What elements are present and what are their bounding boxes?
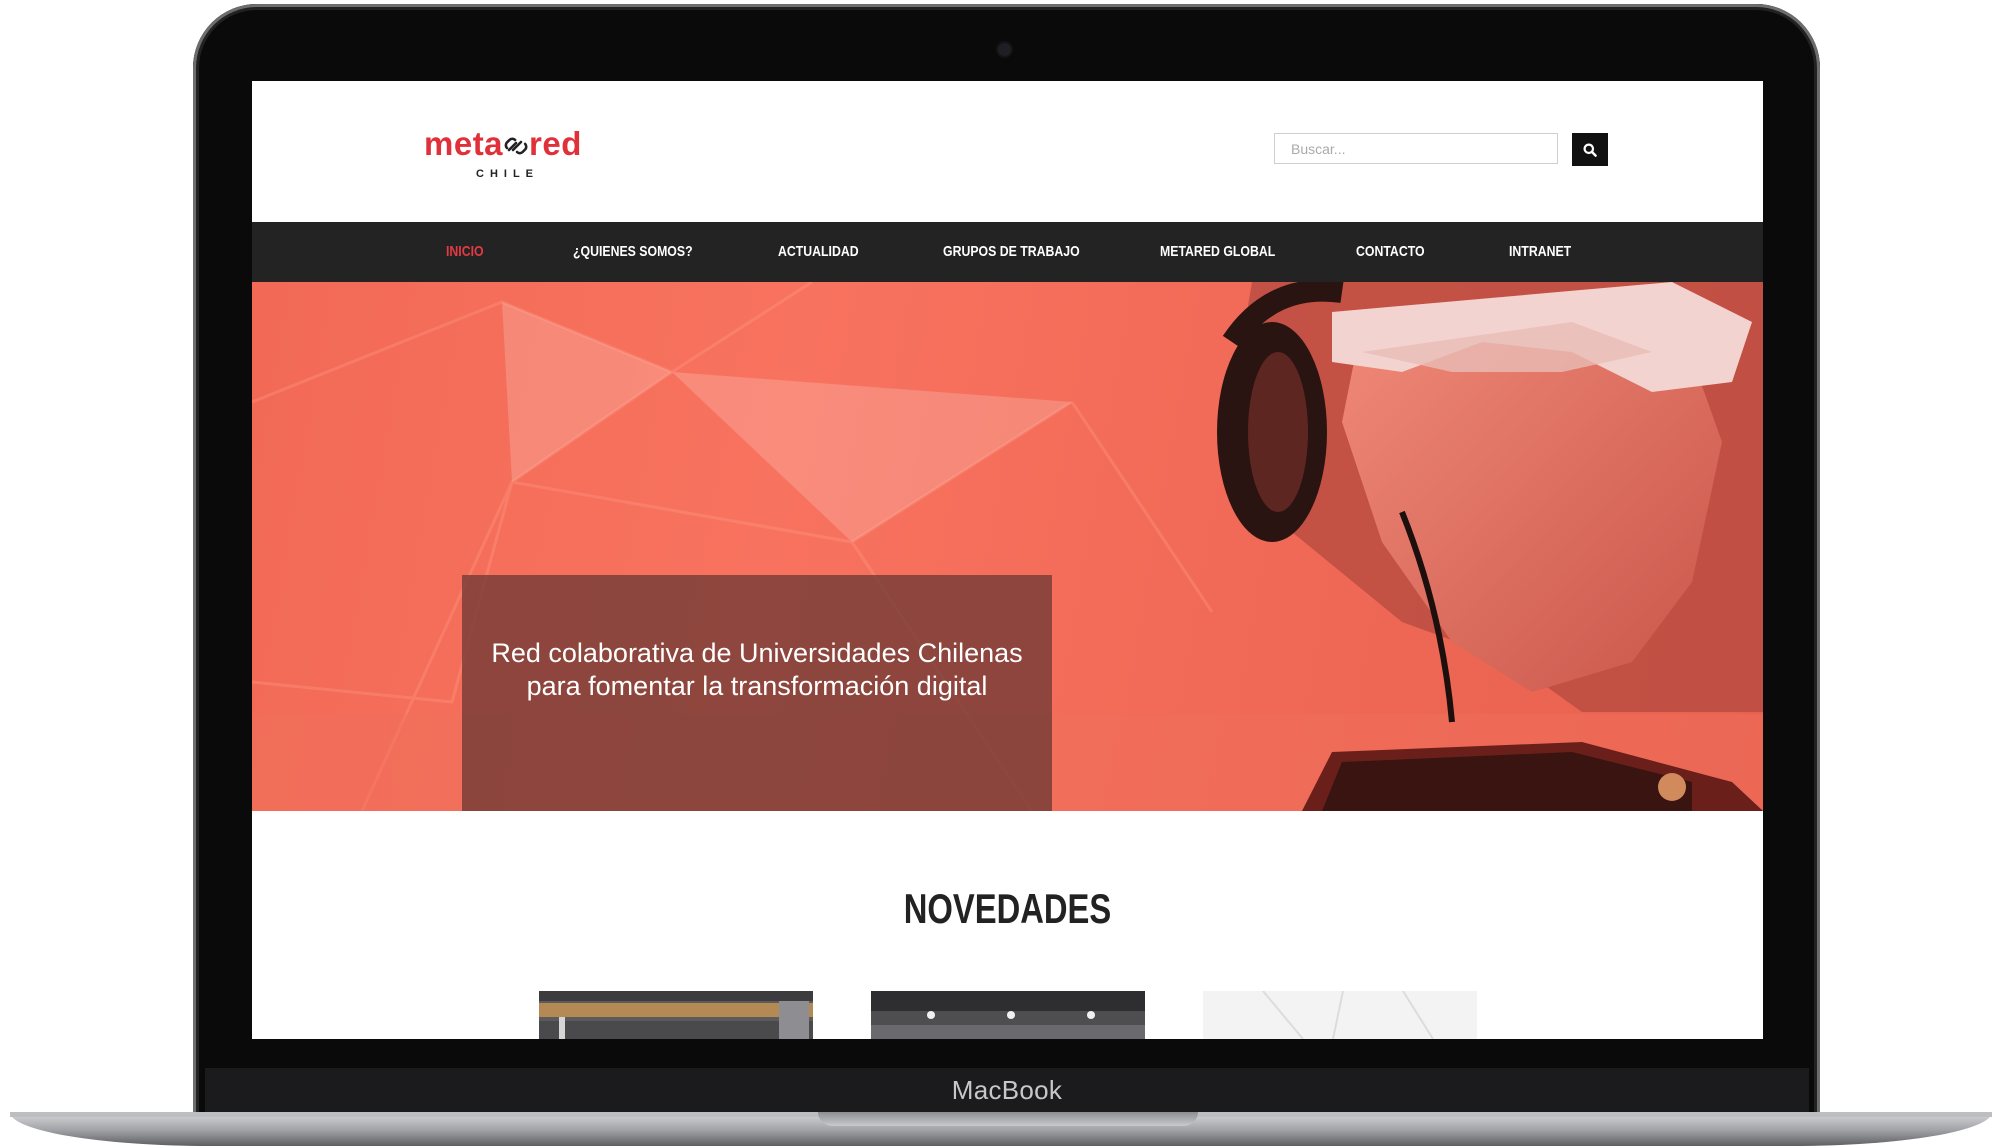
search-icon	[1583, 143, 1597, 157]
search-button[interactable]	[1572, 133, 1608, 166]
logo-wordmark: meta red	[424, 125, 582, 163]
news-section-title: NOVEDADES	[903, 885, 1112, 932]
hero-caption-box: Red colaborativa de Universidades Chilen…	[462, 575, 1052, 811]
news-thumbnail-image	[539, 991, 813, 1039]
chain-link-icon	[504, 137, 528, 155]
news-thumbnail[interactable]	[871, 991, 1145, 1039]
nav-item-metared-global[interactable]: METARED GLOBAL	[1160, 222, 1275, 282]
site-header: meta red CHILE	[252, 81, 1763, 222]
news-thumbnail-image	[1203, 991, 1477, 1039]
nav-item-intranet[interactable]: INTRANET	[1509, 222, 1571, 282]
search-input[interactable]	[1274, 133, 1558, 164]
laptop-mockup: metared CHILE INICIO ¿QUIENES SOMOS? ACT…	[0, 0, 1992, 1146]
webcam-icon	[998, 43, 1011, 56]
nav-item-grupos-de-trabajo[interactable]: GRUPOS DE TRABAJO	[943, 222, 1080, 282]
news-thumbnail-image	[871, 991, 1145, 1039]
nav-item-contacto[interactable]: CONTACTO	[1356, 222, 1425, 282]
hero-banner: Red colaborativa de Universidades Chilen…	[252, 282, 1763, 811]
main-navigation: INICIO ¿QUIENES SOMOS? ACTUALIDAD GRUPOS…	[252, 222, 1763, 282]
logo-subtitle: CHILE	[476, 168, 539, 180]
nav-item-quienes-somos[interactable]: ¿QUIENES SOMOS?	[573, 222, 693, 282]
laptop-open-notch	[818, 1112, 1198, 1126]
laptop-screen: metared CHILE INICIO ¿QUIENES SOMOS? ACT…	[252, 81, 1763, 1039]
nav-item-actualidad[interactable]: ACTUALIDAD	[778, 222, 859, 282]
news-thumbnail[interactable]	[1203, 991, 1477, 1039]
laptop-brand-label: MacBook	[951, 1075, 1063, 1105]
news-thumbnail[interactable]	[539, 991, 813, 1039]
nav-item-inicio[interactable]: INICIO	[446, 222, 484, 282]
hero-caption-text: Red colaborativa de Universidades Chilen…	[491, 638, 1023, 701]
logo-word-right: red	[529, 125, 582, 162]
site-logo[interactable]: meta red CHILE	[424, 125, 614, 185]
logo-word-left: meta	[424, 125, 504, 162]
